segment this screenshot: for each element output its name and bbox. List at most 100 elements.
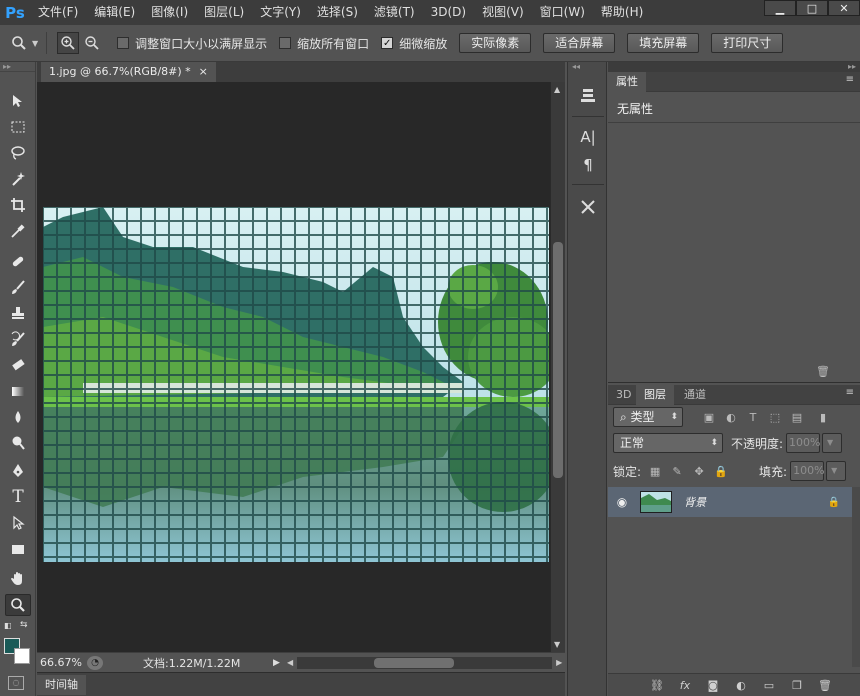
- restore-button[interactable]: □: [796, 0, 828, 16]
- menu-image[interactable]: 图像(I): [143, 0, 196, 25]
- close-button[interactable]: ✕: [828, 0, 860, 16]
- link-layers-icon[interactable]: ⛓: [650, 679, 664, 693]
- fill-input[interactable]: 100%: [790, 461, 825, 481]
- menu-help[interactable]: 帮助(H): [593, 0, 651, 25]
- menu-layer[interactable]: 图层(L): [196, 0, 252, 25]
- layer-name[interactable]: 背景: [684, 494, 706, 510]
- minimize-button[interactable]: ▁: [764, 0, 796, 16]
- filter-toggle-icon[interactable]: ▮: [815, 410, 831, 424]
- menu-window[interactable]: 窗口(W): [532, 0, 593, 25]
- zoom-in-icon[interactable]: [57, 32, 80, 54]
- swap-colors-icon[interactable]: ⇆: [20, 620, 28, 630]
- gradient-tool-icon[interactable]: [5, 380, 31, 402]
- horizontal-scrollbar[interactable]: [297, 656, 553, 669]
- visibility-eye-icon[interactable]: ◉: [608, 495, 636, 509]
- panel-collapse-icon[interactable]: ▸▸: [848, 62, 856, 71]
- tool-presets-icon[interactable]: [574, 196, 602, 218]
- horizontal-scroll-thumb[interactable]: [374, 657, 455, 668]
- marquee-tool-icon[interactable]: [5, 116, 31, 138]
- document-tab[interactable]: 1.jpg @ 66.7%(RGB/8#) * ×: [41, 62, 216, 82]
- fit-screen-button[interactable]: 适合屏幕: [543, 33, 616, 53]
- menu-edit[interactable]: 编辑(E): [86, 0, 143, 25]
- zoom-tool-icon[interactable]: [5, 594, 31, 616]
- fill-screen-button[interactable]: 填充屏幕: [627, 33, 700, 53]
- panel-menu-icon[interactable]: ≡: [846, 74, 854, 85]
- timeline-tab[interactable]: 时间轴: [37, 675, 86, 695]
- menu-select[interactable]: 选择(S): [309, 0, 366, 25]
- vertical-scroll-thumb[interactable]: [553, 242, 563, 478]
- layers-scrollbar[interactable]: [852, 487, 860, 667]
- clone-stamp-tool-icon[interactable]: [5, 302, 31, 324]
- character-panel-icon[interactable]: A|: [574, 126, 602, 148]
- tab-3d[interactable]: 3D: [608, 385, 639, 405]
- scrubby-zoom-checkbox[interactable]: ✓: [381, 37, 394, 49]
- zoom-level[interactable]: 66.67%: [37, 656, 87, 669]
- trash-icon[interactable]: 🗑: [816, 365, 830, 378]
- vertical-scrollbar[interactable]: ▲ ▼: [550, 82, 565, 652]
- chevron-down-icon[interactable]: ▼: [822, 433, 843, 453]
- history-brush-tool-icon[interactable]: [5, 328, 31, 350]
- lock-image-icon[interactable]: ✎: [669, 464, 685, 478]
- delete-layer-icon[interactable]: 🗑: [818, 679, 832, 693]
- lasso-tool-icon[interactable]: [5, 142, 31, 164]
- menu-3d[interactable]: 3D(D): [423, 0, 474, 25]
- zoom-out-icon[interactable]: [81, 32, 103, 54]
- move-tool-icon[interactable]: [5, 90, 31, 112]
- status-menu-arrow-icon[interactable]: ▶: [273, 658, 287, 668]
- rectangle-tool-icon[interactable]: [5, 538, 31, 560]
- path-selection-tool-icon[interactable]: [5, 512, 31, 534]
- chevron-down-icon[interactable]: ▼: [826, 461, 847, 481]
- chevron-down-icon[interactable]: ▼: [32, 39, 38, 48]
- add-mask-icon[interactable]: ◙: [706, 679, 720, 693]
- eraser-tool-icon[interactable]: [5, 354, 31, 376]
- dodge-tool-icon[interactable]: [5, 432, 31, 454]
- healing-brush-tool-icon[interactable]: [5, 250, 31, 272]
- quick-mask-icon[interactable]: ◌: [8, 676, 24, 690]
- zoom-all-windows-checkbox[interactable]: [279, 37, 292, 49]
- zoom-tool-preset-icon[interactable]: [8, 32, 30, 54]
- scroll-down-icon[interactable]: ▼: [554, 640, 560, 649]
- menu-filter[interactable]: 滤镜(T): [366, 0, 423, 25]
- strip-collapse-icon[interactable]: ◂◂: [572, 62, 580, 71]
- type-tool-icon[interactable]: T: [5, 486, 31, 508]
- scroll-right-icon[interactable]: ▶: [556, 658, 562, 667]
- blend-mode-dropdown[interactable]: 正常 ⬍: [613, 433, 723, 453]
- layers-panel-menu-icon[interactable]: ≡: [846, 387, 854, 398]
- zoom-all-windows-option[interactable]: 缩放所有窗口: [279, 35, 369, 52]
- blur-tool-icon[interactable]: [5, 406, 31, 428]
- print-size-button[interactable]: 打印尺寸: [711, 33, 784, 53]
- filter-type-icon[interactable]: T: [745, 410, 761, 424]
- layer-row-background[interactable]: ◉ 背景 🔒: [608, 487, 852, 517]
- filter-shape-icon[interactable]: ⬚: [767, 410, 783, 424]
- crop-tool-icon[interactable]: [5, 194, 31, 216]
- default-colors-icon[interactable]: ◧: [4, 621, 12, 630]
- document-image[interactable]: [43, 207, 549, 562]
- hand-tool-icon[interactable]: [5, 568, 31, 590]
- new-group-icon[interactable]: ▭: [762, 679, 776, 693]
- scroll-up-icon[interactable]: ▲: [554, 85, 560, 94]
- tab-layers[interactable]: 图层: [636, 385, 674, 405]
- lock-transparent-icon[interactable]: ▦: [647, 464, 663, 478]
- brush-tool-icon[interactable]: [5, 276, 31, 298]
- eyedropper-tool-icon[interactable]: [5, 220, 31, 242]
- status-info-icon[interactable]: ◔: [87, 655, 103, 670]
- resize-windows-checkbox[interactable]: [117, 37, 130, 49]
- layer-filter-dropdown[interactable]: ⌕ 类型 ⬍: [613, 407, 683, 427]
- adjustment-layer-icon[interactable]: ◐: [734, 679, 748, 693]
- menu-type[interactable]: 文字(Y): [252, 0, 309, 25]
- tab-properties[interactable]: 属性: [608, 72, 646, 92]
- panel-grip-icon[interactable]: ▸▸: [0, 62, 35, 72]
- opacity-input[interactable]: 100%: [786, 433, 821, 453]
- menu-file[interactable]: 文件(F): [30, 0, 86, 25]
- layer-style-icon[interactable]: fx: [678, 679, 692, 693]
- actual-pixels-button[interactable]: 实际像素: [459, 33, 532, 53]
- filter-pixel-icon[interactable]: ▣: [701, 410, 717, 424]
- history-panel-icon[interactable]: [574, 84, 602, 106]
- pen-tool-icon[interactable]: [5, 460, 31, 482]
- canvas-area[interactable]: [37, 82, 550, 652]
- resize-windows-option[interactable]: 调整窗口大小以满屏显示: [117, 35, 267, 52]
- lock-position-icon[interactable]: ✥: [691, 464, 707, 478]
- close-tab-icon[interactable]: ×: [199, 62, 208, 82]
- new-layer-icon[interactable]: ❐: [790, 679, 804, 693]
- menu-view[interactable]: 视图(V): [474, 0, 532, 25]
